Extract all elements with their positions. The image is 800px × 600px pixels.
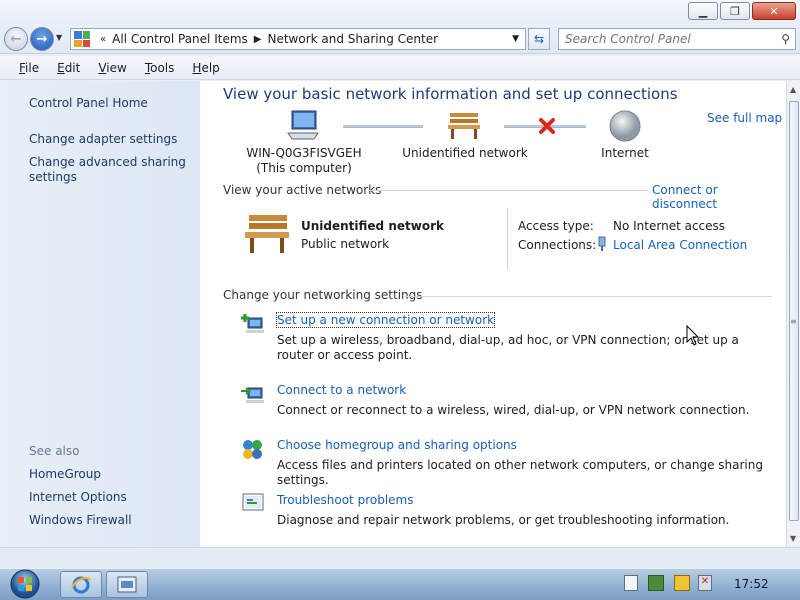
forward-button[interactable]: → — [30, 27, 54, 51]
menu-view[interactable]: View — [89, 61, 135, 75]
taskbar-clock[interactable]: 17:52 — [734, 577, 769, 591]
maximize-button[interactable]: ❐ — [720, 2, 750, 20]
maximize-icon: ❐ — [730, 4, 740, 18]
scroll-grip-icon: ≡ — [790, 317, 797, 326]
troubleshoot-desc: Diagnose and repair network problems, or… — [277, 513, 730, 527]
action-center-icon[interactable] — [624, 575, 638, 591]
connections-label: Connections: — [518, 238, 597, 252]
menu-edit[interactable]: Edit — [48, 61, 89, 75]
address-bar[interactable]: « All Control Panel Items ▶ Network and … — [70, 28, 526, 50]
scroll-thumb[interactable] — [789, 101, 799, 521]
menu-file[interactable]: File — [10, 61, 48, 75]
address-row: ← → ▼ « All Control Panel Items ▶ Networ… — [0, 24, 800, 54]
ethernet-icon — [598, 236, 606, 251]
overflow-crumb[interactable]: « — [100, 34, 106, 45]
access-type-value: No Internet access — [613, 219, 726, 233]
sidebar-change-adapter[interactable]: Change adapter settings — [29, 132, 189, 147]
change-settings-heading: Change your networking settings — [223, 288, 423, 302]
active-network-name: Unidentified network — [301, 219, 444, 233]
internet-globe-icon[interactable] — [608, 109, 642, 143]
control-panel-icon — [74, 31, 90, 47]
sidebar-windows-firewall[interactable]: Windows Firewall — [29, 513, 132, 528]
homegroup-sharing-link[interactable]: Choose homegroup and sharing options — [277, 438, 517, 452]
internet-explorer-icon — [71, 576, 91, 593]
active-network-category[interactable]: Public network — [301, 237, 389, 251]
sidebar: Control Panel Home Change adapter settin… — [0, 81, 200, 547]
mouse-cursor-icon — [686, 325, 700, 346]
refresh-icon: ⇆ — [533, 32, 545, 46]
troubleshoot-icon[interactable] — [240, 491, 266, 515]
window-titlebar — [0, 0, 800, 24]
breadcrumb-all-items[interactable]: All Control Panel Items — [112, 32, 248, 46]
menu-help[interactable]: Help — [183, 61, 228, 75]
window-bottom-strip — [0, 547, 800, 568]
main-content: View your basic network information and … — [200, 81, 786, 547]
back-button[interactable]: ← — [4, 27, 28, 51]
active-networks-rule — [368, 190, 648, 191]
active-networks-heading: View your active networks — [223, 183, 382, 197]
homegroup-sharing-desc: Access files and printers located on oth… — [277, 458, 763, 487]
address-dropdown-icon[interactable]: ▼ — [512, 34, 519, 44]
close-icon: ✕ — [769, 4, 779, 18]
taskbar-internet-explorer[interactable] — [60, 571, 102, 598]
computer-sub-label: (This computer) — [256, 161, 352, 175]
minimize-button[interactable]: ▁ — [688, 2, 718, 20]
homegroup-icon[interactable] — [240, 437, 266, 461]
active-network-divider — [507, 208, 508, 270]
connect-network-desc: Connect or reconnect to a wireless, wire… — [277, 403, 750, 417]
minimize-icon: ▁ — [698, 4, 708, 18]
recent-pages-dropdown-icon[interactable]: ▼ — [56, 33, 62, 42]
menu-tools[interactable]: Tools — [136, 61, 184, 75]
forward-arrow-icon: → — [36, 31, 48, 47]
scroll-down-icon[interactable]: ▼ — [790, 534, 796, 543]
breadcrumb-network-center[interactable]: Network and Sharing Center — [267, 32, 438, 46]
sidebar-control-panel-home[interactable]: Control Panel Home — [29, 96, 148, 111]
volume-muted-icon[interactable]: ✕ — [698, 575, 712, 591]
sidebar-change-sharing[interactable]: Change advanced sharing settings — [29, 155, 189, 185]
breadcrumb-separator-icon[interactable]: ▶ — [254, 34, 262, 45]
internet-label: Internet — [601, 146, 649, 160]
see-full-map-link[interactable]: See full map — [707, 111, 782, 125]
connect-network-link[interactable]: Connect to a network — [277, 383, 406, 397]
windows-logo-icon — [10, 569, 40, 599]
network-map-label: Unidentified network — [402, 146, 528, 160]
link-computer-network — [343, 125, 423, 128]
back-arrow-icon: ← — [10, 31, 22, 47]
network-warning-icon[interactable] — [674, 575, 690, 591]
menu-bar: File Edit View Tools Help — [0, 56, 800, 80]
page-title: View your basic network information and … — [223, 85, 678, 103]
search-box[interactable]: ⚲ — [558, 28, 796, 50]
connect-disconnect-link[interactable]: Connect or disconnect — [652, 183, 786, 211]
caption-buttons: ▁ ❐ ✕ — [688, 2, 796, 20]
connect-network-icon[interactable] — [240, 383, 266, 407]
start-button[interactable] — [6, 568, 44, 600]
scroll-up-icon[interactable]: ▲ — [790, 85, 796, 94]
taskbar-control-panel[interactable] — [106, 571, 148, 598]
access-type-label: Access type: — [518, 219, 594, 233]
local-area-connection-link[interactable]: Local Area Connection — [613, 238, 747, 252]
control-panel-window-icon — [117, 576, 137, 592]
close-button[interactable]: ✕ — [752, 2, 796, 20]
sidebar-homegroup[interactable]: HomeGroup — [29, 467, 101, 482]
troubleshoot-link[interactable]: Troubleshoot problems — [277, 493, 413, 507]
system-tray: ✕ — [624, 575, 712, 591]
vertical-scrollbar[interactable]: ▲ ≡ ▼ — [786, 81, 800, 547]
computer-name-label: WIN-Q0G3FISVGEH — [246, 146, 362, 160]
search-input[interactable] — [565, 32, 765, 46]
no-connection-x-icon — [539, 118, 555, 134]
sidebar-internet-options[interactable]: Internet Options — [29, 490, 127, 505]
new-connection-icon[interactable] — [240, 312, 266, 336]
computer-icon[interactable] — [286, 109, 320, 141]
public-network-bench-icon[interactable] — [243, 213, 291, 255]
change-settings-rule — [404, 296, 772, 297]
setup-connection-link[interactable]: Set up a new connection or network — [275, 312, 496, 328]
search-icon[interactable]: ⚲ — [781, 32, 790, 46]
network-bench-icon[interactable] — [446, 111, 482, 141]
network-tray-icon[interactable] — [648, 575, 664, 591]
see-also-heading: See also — [29, 444, 80, 458]
refresh-button[interactable]: ⇆ — [528, 28, 550, 50]
